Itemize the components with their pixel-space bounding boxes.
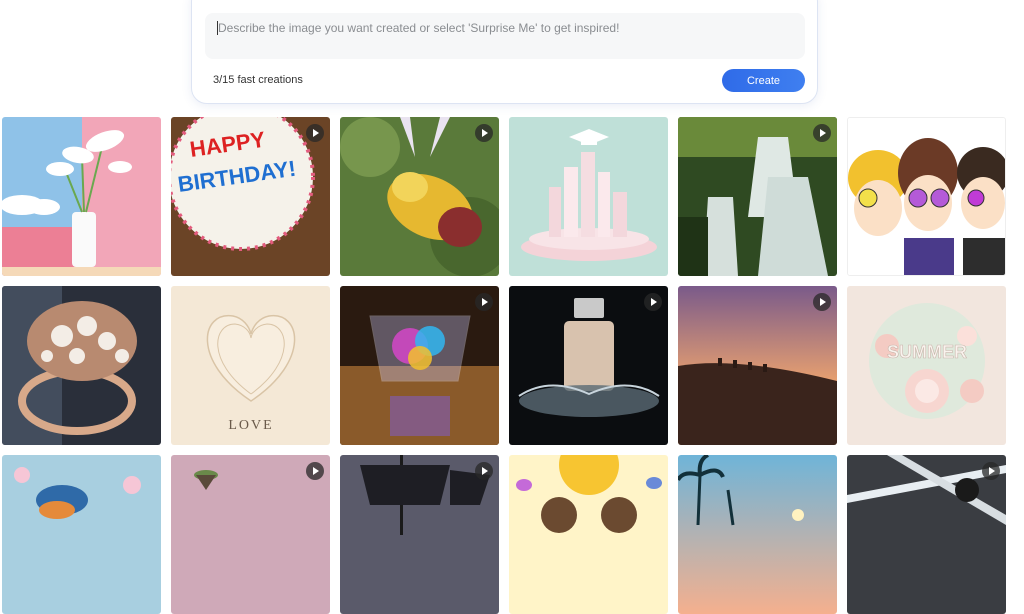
- fast-creations-counter: 3/15 fast creations: [213, 74, 303, 86]
- perfume-bottle-image: [509, 286, 668, 445]
- gallery-tile-waterfall[interactable]: [678, 117, 837, 276]
- pearl-ring-image: [2, 286, 161, 445]
- bluebird-image: [2, 455, 161, 614]
- prompt-placeholder: Describe the image you want created or s…: [218, 21, 620, 35]
- light-rays-image: [847, 455, 1006, 614]
- flower-bee-image: [340, 117, 499, 276]
- video-play-icon: [982, 462, 1000, 480]
- video-play-icon: [644, 293, 662, 311]
- video-play-icon: [306, 124, 324, 142]
- calla-lily-image: [2, 117, 161, 276]
- paper-heart-image: LOVE: [171, 286, 330, 445]
- video-play-icon: [306, 462, 324, 480]
- svg-text:LOVE: LOVE: [228, 418, 273, 433]
- gallery-tile-pastel-city[interactable]: [509, 117, 668, 276]
- gallery-tile-paper-heart[interactable]: LOVE: [171, 286, 330, 445]
- svg-text:SUMMER: SUMMER: [887, 342, 967, 362]
- gallery-tile-rainbow-glass[interactable]: [340, 286, 499, 445]
- gallery-tile-pearl-ring[interactable]: [2, 286, 161, 445]
- summer-paper-flowers-image: SUMMER: [847, 286, 1006, 445]
- gallery-tile-desert-camels[interactable]: [678, 286, 837, 445]
- gallery-tile-birthday-cake[interactable]: HAPPY BIRTHDAY!: [171, 117, 330, 276]
- gallery-tile-sun-butterflies[interactable]: [509, 455, 668, 614]
- gallery-tile-bluebird[interactable]: [2, 455, 161, 614]
- gallery-tile-palm-sunset[interactable]: [678, 455, 837, 614]
- gallery-tile-floating-island[interactable]: [171, 455, 330, 614]
- waterfall-image: [678, 117, 837, 276]
- gallery-tile-light-rays[interactable]: [847, 455, 1006, 614]
- video-play-icon: [813, 293, 831, 311]
- image-gallery: HAPPY BIRTHDAY! LOVE SUMMER: [2, 117, 1022, 614]
- floating-island-image: [171, 455, 330, 614]
- birthday-cake-image: HAPPY BIRTHDAY!: [171, 117, 330, 276]
- video-play-icon: [475, 293, 493, 311]
- prompt-input[interactable]: Describe the image you want created or s…: [205, 13, 805, 59]
- pirate-ship-image: [340, 455, 499, 614]
- sun-butterflies-image: [509, 455, 668, 614]
- gallery-tile-pirate-ship[interactable]: [340, 455, 499, 614]
- video-play-icon: [475, 124, 493, 142]
- pastel-city-image: [509, 117, 668, 276]
- gallery-tile-anime-friends[interactable]: [847, 117, 1006, 276]
- gallery-tile-flower-bee[interactable]: [340, 117, 499, 276]
- desert-camels-image: [678, 286, 837, 445]
- gallery-tile-perfume[interactable]: [509, 286, 668, 445]
- video-play-icon: [813, 124, 831, 142]
- create-button[interactable]: Create: [722, 69, 805, 92]
- palm-sunset-image: [678, 455, 837, 614]
- gallery-tile-summer-flowers[interactable]: SUMMER: [847, 286, 1006, 445]
- rainbow-glass-image: [340, 286, 499, 445]
- anime-friends-image: [848, 118, 1005, 275]
- prompt-card: Describe the image you want created or s…: [191, 0, 818, 104]
- video-play-icon: [475, 462, 493, 480]
- gallery-tile-calla-lily[interactable]: [2, 117, 161, 276]
